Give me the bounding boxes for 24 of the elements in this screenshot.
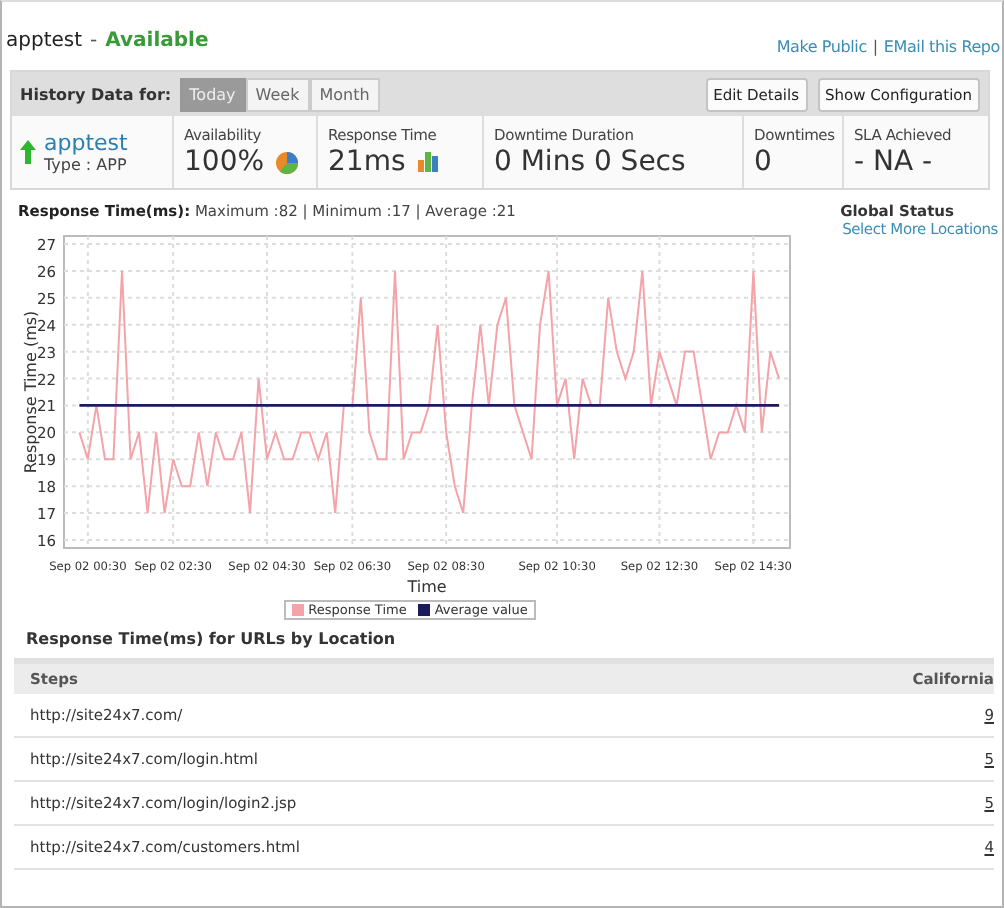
header-link[interactable]: EMail this Repo — [883, 37, 1000, 55]
stat-value: 0 Mins 0 Secs — [494, 146, 686, 178]
pie-chart-icon — [276, 151, 299, 173]
stat-value: - NA - — [854, 146, 933, 178]
stat-value: 0 — [754, 146, 772, 178]
separator: - — [90, 29, 98, 51]
up-arrow-icon — [20, 140, 36, 164]
monitor-type: Type : APP — [44, 156, 128, 174]
legend-swatch — [292, 604, 305, 616]
monitor-name: apptest — [6, 29, 83, 51]
link-separator: | — [872, 37, 878, 55]
stat-value: 21ms — [328, 146, 406, 178]
bar-chart-icon — [417, 152, 438, 172]
status-text: Available — [105, 29, 209, 51]
toolbar-label: History Data for: — [20, 85, 172, 103]
x-axis-title: Time — [407, 578, 447, 596]
period-tab[interactable]: Week — [245, 77, 310, 111]
period-tab[interactable]: Month — [309, 77, 380, 111]
table-title: Response Time(ms) for URLs by Location — [26, 630, 398, 648]
stat-value: 100% — [184, 146, 265, 178]
header-link[interactable]: Make Public — [776, 37, 867, 55]
y-axis-title: Response Time (ms) — [22, 310, 40, 474]
monitor-link[interactable]: apptest — [44, 130, 128, 156]
legend-swatch — [418, 604, 431, 616]
